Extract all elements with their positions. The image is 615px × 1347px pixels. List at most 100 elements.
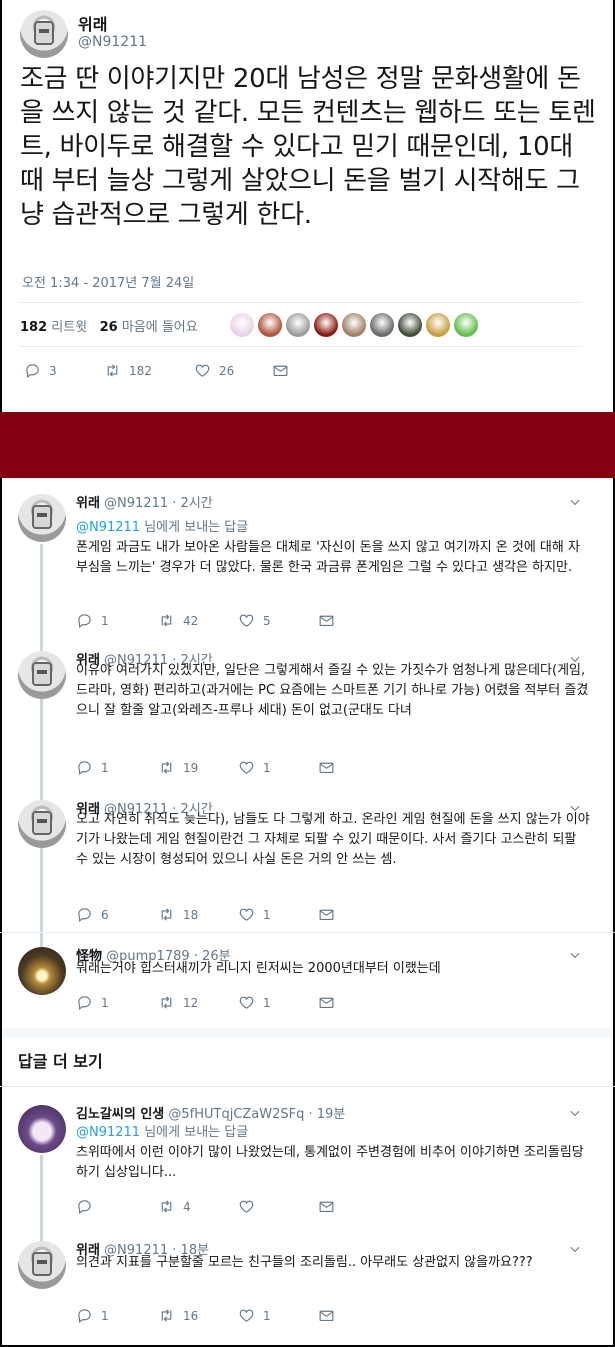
liker-avatar[interactable]: [370, 313, 394, 337]
avatar[interactable]: [18, 947, 66, 995]
liker-avatars: [230, 313, 478, 337]
more-replies-heading[interactable]: 답글 더 보기: [18, 1048, 103, 1072]
liker-avatar[interactable]: [426, 313, 450, 337]
reply-button[interactable]: [76, 1198, 158, 1215]
author-handle[interactable]: @N91211: [100, 496, 172, 511]
liker-avatar[interactable]: [314, 313, 338, 337]
reply-count: 1: [101, 1308, 109, 1323]
retweet-icon: [161, 761, 172, 774]
reply-tweet: 위래 @N91211 · 2시간 이유야 여러가지 있겠지만, 일단은 그렇게해서…: [0, 643, 615, 851]
like-count: 5: [263, 613, 271, 628]
reply-actions: 1 16 1: [76, 1307, 348, 1324]
reply-count: 3: [49, 363, 57, 378]
envelope-icon: [319, 1310, 334, 1322]
like-button[interactable]: 1: [238, 759, 318, 776]
retweet-count: 16: [183, 1308, 199, 1323]
avatar[interactable]: [18, 494, 66, 542]
direct-message-button[interactable]: [318, 906, 348, 923]
reply-tweet: 김노갈씨의 인생 @5fHUTqjCZaW2SFq · 19분 @N91211 님…: [0, 1097, 615, 1285]
replying-to-label: 님에게 보내는 답글: [140, 1125, 249, 1140]
main-tweet: 위래 @N91211 조금 딴 이야기지만 20대 남성은 정말 문화생활에 돈…: [0, 0, 615, 412]
avatar[interactable]: [18, 1105, 66, 1153]
like-button[interactable]: 5: [238, 612, 318, 629]
envelope-icon: [319, 909, 334, 921]
replying-to-handle[interactable]: @N91211: [76, 520, 140, 535]
reply-text: 이유야 여러가지 있겠지만, 일단은 그렇게해서 즐길 수 있는 가짓수가 엄청…: [76, 663, 589, 718]
author-name[interactable]: 위래: [78, 11, 107, 35]
author-name[interactable]: 김노갈씨의 인생: [76, 1107, 164, 1122]
reply-actions: 1 42 5: [76, 612, 348, 629]
chevron-down-icon: [570, 1110, 580, 1117]
retweet-count: 4: [183, 1199, 191, 1214]
liker-avatar[interactable]: [230, 313, 254, 337]
retweet-count: 12: [183, 995, 199, 1010]
reply-icon: [26, 364, 39, 379]
retweet-icon: [107, 364, 118, 377]
liker-avatar[interactable]: [258, 313, 282, 337]
avatar[interactable]: [18, 651, 66, 699]
liker-avatar[interactable]: [286, 313, 310, 337]
retweet-count[interactable]: 182: [20, 320, 47, 335]
more-options-button[interactable]: [568, 1105, 582, 1119]
reply-text: 츠위따에서 이런 이야기 많이 나왔었는데, 통계없이 주변경험에 비추어 이야…: [76, 1145, 584, 1180]
like-button[interactable]: 1: [238, 1307, 318, 1324]
retweet-button[interactable]: 18: [158, 906, 238, 923]
direct-message-button[interactable]: [318, 759, 348, 776]
reply-text: 의견과 지표를 구분할줄 모르는 친구들의 조리돌림.. 아무래도 상관없지 않…: [76, 1255, 533, 1270]
retweet-button[interactable]: 4: [158, 1198, 238, 1215]
liker-avatar[interactable]: [342, 313, 366, 337]
replying-to: @N91211 님에게 보내는 답글: [76, 516, 248, 535]
reply-icon: [78, 1309, 91, 1324]
retweet-action-count: 182: [129, 363, 152, 378]
reply-button[interactable]: 6: [76, 906, 158, 923]
replying-to-handle[interactable]: @N91211: [76, 1125, 140, 1140]
divider-band: [0, 412, 615, 478]
reply-button[interactable]: 1: [76, 1307, 158, 1324]
reply-button[interactable]: 3: [24, 362, 104, 379]
author-handle[interactable]: @5fHUTqjCZaW2SFq: [164, 1107, 308, 1122]
author-handle[interactable]: @N91211: [78, 34, 147, 50]
avatar[interactable]: [18, 800, 66, 848]
direct-message-button[interactable]: [318, 1307, 348, 1324]
retweet-count: 19: [183, 760, 199, 775]
like-button[interactable]: 1: [238, 994, 318, 1011]
like-count[interactable]: 26: [100, 320, 118, 335]
reply-count: 1: [101, 613, 109, 628]
retweet-count-label[interactable]: 리트윗: [51, 320, 87, 335]
reply-timestamp[interactable]: · 19분: [309, 1107, 346, 1122]
reply-tweet: 위래 @N91211 · 2시간 @N91211 님에게 보내는 답글 폰게임 과금…: [0, 486, 615, 704]
direct-message-button[interactable]: [318, 1198, 348, 1215]
engagement-stats: 182 리트윗 26 마음에 들어요: [20, 316, 198, 335]
reply-button[interactable]: 1: [76, 759, 158, 776]
direct-message-button[interactable]: [318, 994, 348, 1011]
like-button[interactable]: 26: [194, 362, 272, 379]
like-button[interactable]: 1: [238, 906, 318, 923]
like-button[interactable]: [238, 1198, 318, 1215]
retweet-button[interactable]: 182: [104, 362, 194, 379]
retweet-button[interactable]: 16: [158, 1307, 238, 1324]
avatar[interactable]: [18, 1241, 66, 1289]
retweet-button[interactable]: 19: [158, 759, 238, 776]
envelope-icon: [319, 997, 334, 1009]
direct-message-button[interactable]: [272, 362, 289, 379]
reply-timestamp[interactable]: · 2시간: [172, 496, 212, 511]
reply-count: 1: [101, 760, 109, 775]
author-name[interactable]: 위래: [76, 496, 100, 511]
section-gap: [2, 1028, 613, 1038]
envelope-icon: [273, 365, 288, 377]
liker-avatar[interactable]: [398, 313, 422, 337]
more-options-button[interactable]: [568, 494, 582, 508]
like-count-label[interactable]: 마음에 들어요: [122, 320, 198, 335]
reply-actions: 6 18 1: [76, 906, 348, 923]
retweet-button[interactable]: 12: [158, 994, 238, 1011]
reply-button[interactable]: 1: [76, 994, 158, 1011]
avatar[interactable]: [20, 10, 68, 58]
liker-avatar[interactable]: [454, 313, 478, 337]
reply-icon: [78, 908, 91, 923]
heart-icon: [239, 908, 254, 921]
retweet-button[interactable]: 42: [158, 612, 238, 629]
reply-button[interactable]: 1: [76, 612, 158, 629]
direct-message-button[interactable]: [318, 612, 348, 629]
tweet-timestamp[interactable]: 오전 1:34 - 2017년 7월 24일: [22, 272, 194, 291]
envelope-icon: [319, 1201, 334, 1213]
